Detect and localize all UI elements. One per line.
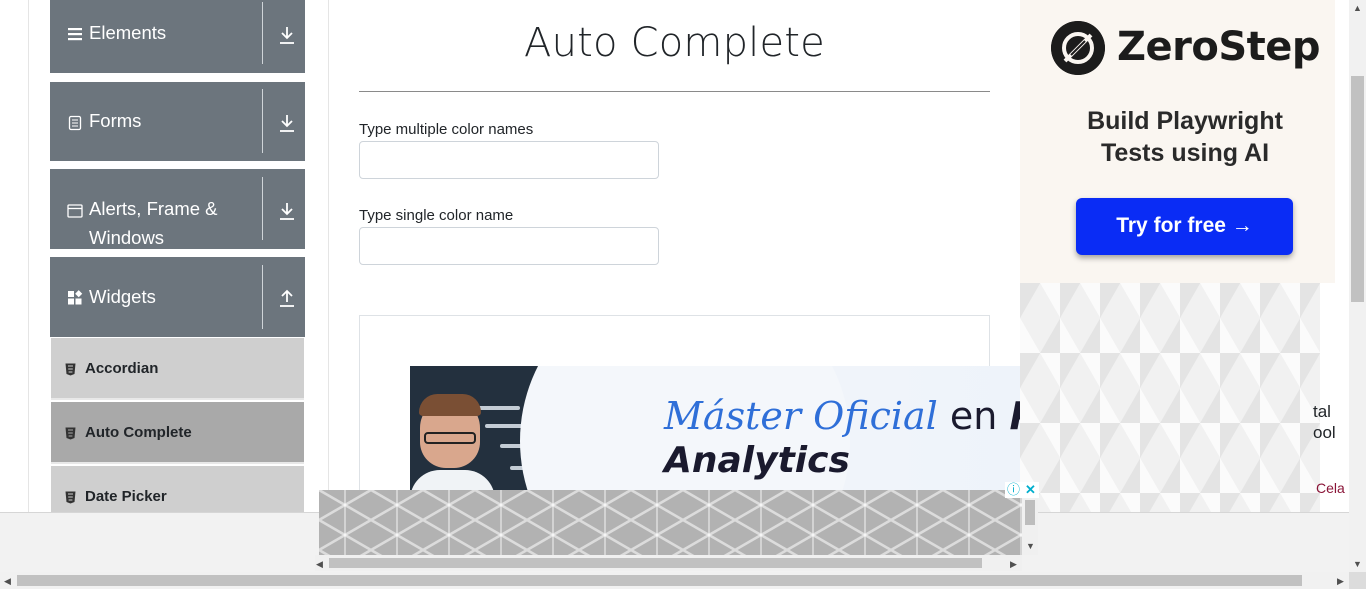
sidebar-item-accordian[interactable]: Accordian	[51, 338, 304, 400]
tagline-line1: Build Playwright	[1087, 107, 1283, 135]
page: Elements Forms Alerts, Frame & Windows W…	[0, 0, 1366, 589]
tagline-line2: Tests using AI	[1100, 139, 1270, 167]
ad-info-icon[interactable]: ⓘ	[1007, 482, 1020, 498]
try-for-free-button[interactable]: Try for free →	[1076, 198, 1293, 255]
group-header-forms[interactable]: Forms	[50, 82, 305, 161]
sticky-scroll-down-icon[interactable]: ▼	[1026, 541, 1035, 551]
multiple-color-input[interactable]	[359, 141, 659, 179]
ad-edge-link[interactable]: Cela	[1316, 480, 1345, 496]
group-label: Widgets	[89, 286, 156, 307]
group-divider	[262, 89, 263, 153]
inline-banner-ad[interactable]: Máster Oficial en Pe Analytics	[410, 366, 1020, 490]
group-divider	[262, 2, 263, 64]
left-column-border	[28, 0, 29, 512]
document-icon	[68, 115, 82, 131]
group-label: Forms	[89, 110, 142, 131]
sticky-scroll-right-icon[interactable]: ▶	[1010, 559, 1017, 569]
title-divider	[359, 91, 990, 92]
scrollbar-corner	[1349, 572, 1366, 589]
group-label: Elements	[89, 22, 167, 43]
ad-tile-pattern	[1020, 283, 1320, 512]
sticky-ad-horizontal-thumb[interactable]	[329, 558, 982, 568]
widgets-grid-icon	[68, 290, 83, 305]
window-icon	[67, 204, 83, 218]
single-color-label: Type single color name	[359, 207, 514, 224]
scroll-right-icon[interactable]: ▶	[1337, 576, 1344, 586]
scroll-down-icon[interactable]: ▼	[1353, 559, 1362, 569]
zerostep-brand: ZeroStep	[1117, 24, 1321, 70]
scroll-up-icon[interactable]: ▲	[1353, 3, 1362, 13]
zerostep-ad[interactable]: ZeroStep Build Playwright Tests using AI…	[1020, 0, 1335, 283]
ad-close-icon[interactable]: ✕	[1025, 482, 1036, 498]
html5-icon	[65, 363, 76, 376]
collapse-up-icon[interactable]	[278, 288, 296, 308]
group-divider	[262, 265, 263, 329]
ad-word-cut: Pe	[1009, 394, 1020, 438]
sidebar-item-auto-complete[interactable]: Auto Complete	[51, 402, 304, 464]
expand-down-icon[interactable]	[278, 201, 296, 221]
group-header-elements[interactable]: Elements	[50, 0, 305, 73]
sidebar-item-label: Accordian	[85, 360, 159, 377]
ad-headline-line2: Analytics	[664, 440, 850, 481]
sidebar-item-label: Auto Complete	[85, 424, 192, 441]
html5-icon	[65, 491, 76, 504]
ad-word-en: en	[949, 394, 998, 438]
multiple-color-label: Type multiple color names	[359, 121, 534, 138]
ad-edge-text: tal	[1313, 402, 1331, 421]
zerostep-tagline: Build Playwright Tests using AI	[1020, 105, 1350, 169]
sticky-bottom-ad[interactable]	[319, 490, 1022, 555]
expand-down-icon[interactable]	[278, 25, 296, 45]
page-title: Auto Complete	[524, 20, 825, 66]
main-column-border	[328, 0, 329, 512]
sticky-scroll-left-icon[interactable]: ◀	[316, 559, 323, 569]
single-color-input[interactable]	[359, 227, 659, 265]
zerostep-logo-icon	[1051, 21, 1105, 75]
ad-headline-line1: Máster Oficial en Pe	[664, 394, 1020, 438]
page-horizontal-thumb[interactable]	[17, 575, 1302, 586]
ad-word-master: Máster Oficial	[664, 394, 938, 438]
sidebar-item-label: Date Picker	[85, 488, 167, 505]
html5-icon	[65, 427, 76, 440]
group-header-alerts-frame-windows[interactable]: Alerts, Frame & Windows	[50, 169, 305, 249]
sticky-ad-vertical-thumb[interactable]	[1025, 500, 1035, 525]
ad-edge-text: ool	[1313, 423, 1336, 442]
group-divider	[262, 177, 263, 240]
group-header-widgets[interactable]: Widgets	[50, 257, 305, 337]
group-label-line1: Alerts, Frame &	[89, 198, 218, 219]
group-label-line2: Windows	[89, 227, 165, 248]
scroll-left-icon[interactable]: ◀	[4, 576, 11, 586]
ad-controls: ⓘ ✕	[1005, 482, 1039, 498]
menu-bars-icon	[68, 28, 82, 41]
expand-down-icon[interactable]	[278, 113, 296, 133]
page-vertical-thumb[interactable]	[1351, 76, 1364, 302]
